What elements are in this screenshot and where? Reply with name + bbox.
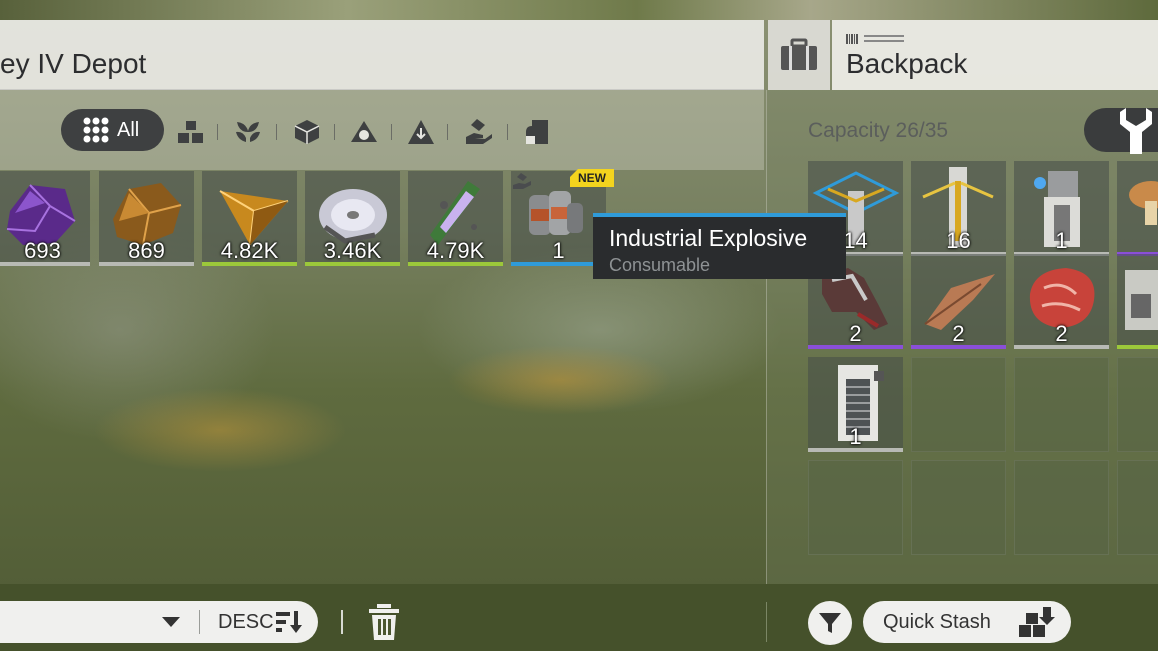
empty-slot[interactable] xyxy=(1117,460,1158,555)
hand-icon[interactable] xyxy=(465,119,493,145)
item-quantity: 3.46K xyxy=(323,238,382,263)
item-quantity: 4.79K xyxy=(426,238,485,263)
item-quantity: 1 xyxy=(1055,228,1068,253)
item-quantity: 693 xyxy=(24,238,61,263)
sort-descending-icon[interactable] xyxy=(276,611,302,633)
empty-slot[interactable] xyxy=(1117,357,1158,452)
divider xyxy=(507,124,508,140)
wrench-icon xyxy=(1116,104,1156,156)
quick-stash-label: Quick Stash xyxy=(883,611,991,633)
depot-item-tile[interactable]: 869 xyxy=(99,171,194,266)
backpack-header: Backpack xyxy=(832,20,1158,90)
backpack-item-tile[interactable]: 2 xyxy=(1014,254,1109,349)
sort-control[interactable]: DESC xyxy=(0,601,318,643)
empty-slot[interactable] xyxy=(911,357,1006,452)
quick-stash-button[interactable]: Quick Stash xyxy=(863,601,1071,643)
ring-icon[interactable] xyxy=(350,119,378,145)
depot-item-tile[interactable]: 693 xyxy=(0,171,90,266)
plant-icon[interactable] xyxy=(234,119,262,145)
funnel-icon xyxy=(819,613,841,633)
item-quantity: 2 xyxy=(1055,321,1068,346)
empty-slot[interactable] xyxy=(1014,460,1109,555)
backpack-item-tile[interactable]: 1 xyxy=(808,357,903,452)
backpack-item-tile[interactable]: 1 xyxy=(1014,161,1109,256)
divider xyxy=(447,124,448,140)
new-badge: NEW xyxy=(570,169,614,187)
item-quantity: 1 xyxy=(552,238,565,263)
grid-icon xyxy=(83,117,109,143)
empty-slot[interactable] xyxy=(808,460,903,555)
tooltip-item-type: Consumable xyxy=(609,255,711,275)
stash-boxes-icon xyxy=(1019,607,1055,637)
trash-icon[interactable] xyxy=(367,604,401,640)
divider xyxy=(391,124,392,140)
divider xyxy=(334,124,335,140)
filter-all-label: All xyxy=(117,118,140,141)
category-filter-bar: All xyxy=(0,90,764,170)
backpack-title: Backpack xyxy=(846,48,968,79)
divider xyxy=(766,602,767,642)
cube-icon[interactable] xyxy=(293,119,321,145)
backpack-item-tile[interactable]: 16 xyxy=(911,161,1006,256)
depot-item-tile[interactable]: 3.46K xyxy=(305,171,400,266)
backpack-item-tile[interactable] xyxy=(1117,161,1158,256)
empty-slot[interactable] xyxy=(1014,357,1109,452)
divider xyxy=(341,610,343,634)
tool-toggle[interactable] xyxy=(1084,108,1158,154)
empty-slot[interactable] xyxy=(911,460,1006,555)
tooltip-item-name: Industrial Explosive xyxy=(609,225,808,251)
filter-button[interactable] xyxy=(808,601,852,645)
filter-all-button[interactable]: All xyxy=(61,109,164,151)
depot-item-tile[interactable]: 4.79K xyxy=(408,171,503,266)
depot-header: ey IV Depot xyxy=(0,20,764,90)
backpack-item-tile[interactable]: 2 xyxy=(911,254,1006,349)
game-world-strip xyxy=(0,0,1158,20)
divider xyxy=(217,124,218,140)
depot-item-tile[interactable]: 4.82K xyxy=(202,171,297,266)
item-quantity: 1 xyxy=(849,424,862,449)
sort-order-label[interactable]: DESC xyxy=(218,611,274,634)
item-quantity: 869 xyxy=(128,238,165,263)
backpack-item-tile[interactable] xyxy=(1117,254,1158,349)
capacity-label: Capacity 26/35 xyxy=(808,119,949,142)
machine-icon xyxy=(1125,270,1158,330)
item-quantity: 2 xyxy=(849,321,862,346)
rarity-bar xyxy=(1117,345,1158,349)
blocks-icon[interactable] xyxy=(177,119,205,145)
item-quantity: 2 xyxy=(952,321,965,346)
item-quantity: 16 xyxy=(946,228,971,253)
barcode-icon xyxy=(846,34,904,44)
item-tooltip: Industrial Explosive Consumable xyxy=(593,213,846,279)
chevron-down-icon[interactable] xyxy=(162,617,180,627)
depot-title: ey IV Depot xyxy=(0,48,147,79)
briefcase-icon xyxy=(781,38,817,70)
divider xyxy=(199,610,200,634)
triangle-icon[interactable] xyxy=(407,119,435,145)
item-quantity: 4.82K xyxy=(220,238,279,263)
divider xyxy=(276,124,277,140)
backpack-tab-button[interactable] xyxy=(768,20,830,90)
bookmark-icon[interactable] xyxy=(523,119,551,145)
mushroom-icon xyxy=(1129,181,1158,225)
